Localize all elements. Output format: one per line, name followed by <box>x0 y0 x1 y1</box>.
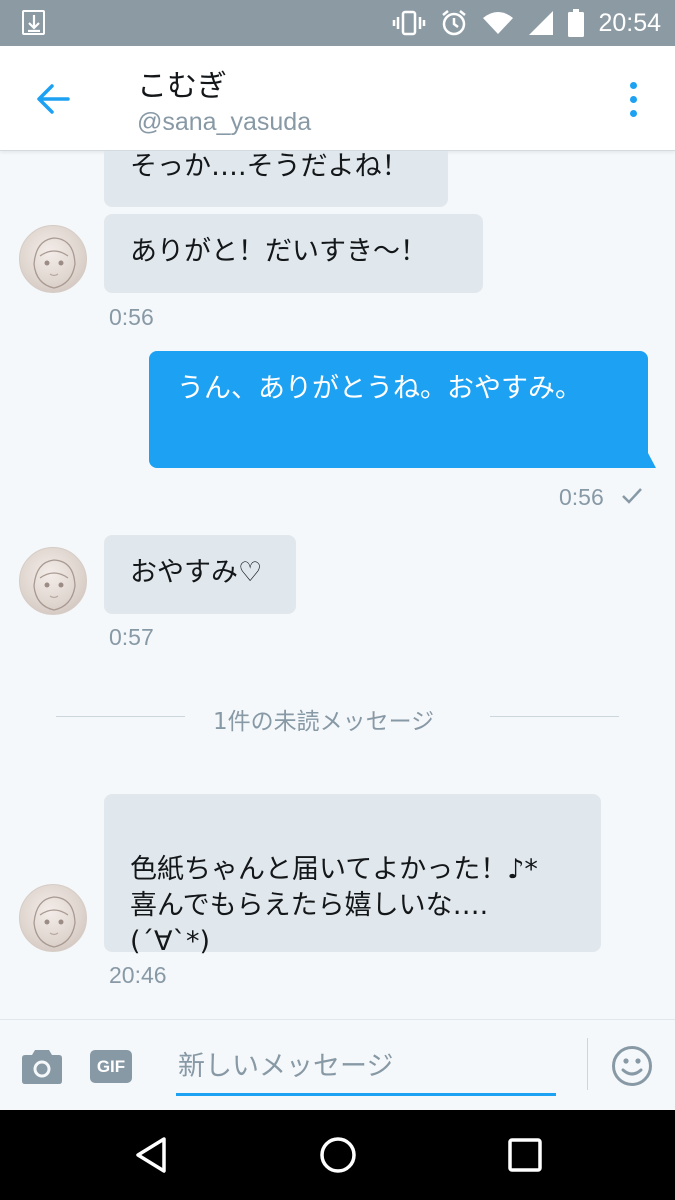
vibrate-icon <box>393 10 426 36</box>
download-icon <box>22 10 45 35</box>
message-text: そっか….そうだよね！ <box>130 151 409 182</box>
battery-icon <box>568 9 585 37</box>
avatar[interactable] <box>19 547 87 615</box>
message-text: ありがと！だいすき〜！ <box>130 236 427 267</box>
unread-divider-line-left <box>56 716 185 717</box>
avatar[interactable] <box>19 884 87 952</box>
message-bubble[interactable]: ありがと！だいすき〜！ <box>104 214 483 293</box>
emoji-button[interactable] <box>611 1045 653 1091</box>
message-text: おやすみ♡ <box>130 557 263 588</box>
avatar[interactable] <box>19 225 87 293</box>
message-bubble[interactable]: 色紙ちゃんと届いてよかった！♪* 喜んでもらえたら嬉しいな…. (´∀`*) <box>104 794 601 957</box>
composer-divider <box>587 1038 588 1090</box>
contact-name: こむぎ <box>137 69 227 104</box>
alarm-icon <box>442 10 467 36</box>
more-options-button[interactable] <box>622 80 644 120</box>
status-time: 20:54 <box>598 8 661 37</box>
message-text: 色紙ちゃんと届いてよかった！♪* 喜んでもらえたら嬉しいな…. (´∀`*) <box>130 854 538 957</box>
back-triangle-icon <box>136 1137 166 1173</box>
back-button[interactable] <box>30 76 76 122</box>
recents-square-icon <box>508 1138 542 1172</box>
nav-recents-button[interactable] <box>507 1137 543 1177</box>
wifi-icon <box>483 12 514 34</box>
signal-icon <box>529 11 554 35</box>
message-timestamp: 20:46 <box>109 962 167 988</box>
nav-back-button[interactable] <box>133 1136 169 1178</box>
bubble-tail <box>640 438 656 468</box>
message-thread[interactable]: そっか….そうだよね！ ありがと！だいすき〜！ 0:56 うん、ありがとうね。お… <box>0 151 675 1019</box>
message-timestamp: 0:56 <box>559 484 604 510</box>
gif-button[interactable]: GIF <box>90 1050 132 1083</box>
message-bubble[interactable]: そっか….そうだよね！ <box>104 151 448 207</box>
more-vertical-icon <box>630 82 637 89</box>
camera-icon <box>22 1050 62 1084</box>
message-timestamp: 0:57 <box>109 624 154 650</box>
check-icon <box>622 488 642 504</box>
message-composer: GIF <box>0 1019 675 1110</box>
new-message-input[interactable] <box>176 1040 556 1096</box>
gif-icon: GIF <box>96 1057 126 1076</box>
system-nav-bar <box>0 1110 675 1200</box>
unread-divider-label: 1件の未読メッセージ <box>213 709 435 735</box>
conversation-header: こむぎ @sana_yasuda <box>0 46 675 151</box>
contact-handle: @sana_yasuda <box>137 108 312 136</box>
camera-button[interactable] <box>20 1049 64 1089</box>
status-bar: 20:54 <box>0 0 675 46</box>
unread-divider-line-right <box>490 716 619 717</box>
emoji-icon <box>612 1046 652 1086</box>
message-bubble[interactable]: うん、ありがとうね。おやすみ。 <box>149 351 648 468</box>
message-timestamp: 0:56 <box>109 304 154 330</box>
nav-home-button[interactable] <box>318 1135 358 1179</box>
home-circle-icon <box>320 1137 356 1173</box>
message-text: うん、ありがとうね。おやすみ。 <box>177 373 582 404</box>
back-arrow-icon <box>37 84 70 114</box>
message-bubble[interactable]: おやすみ♡ <box>104 535 296 614</box>
